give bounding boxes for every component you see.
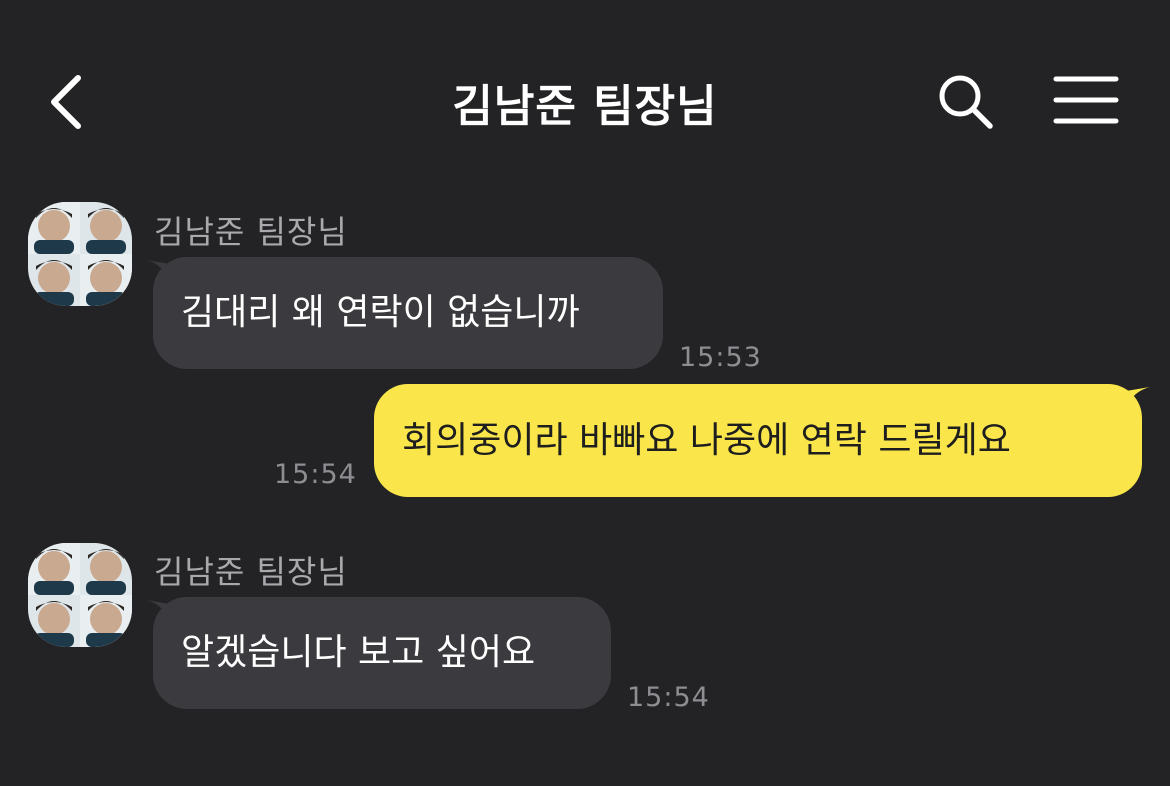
chat-header: 김남준 팀장님 [0,0,1170,190]
hamburger-menu-icon [1053,76,1119,124]
message-time: 15:53 [679,342,762,373]
search-icon [939,75,993,129]
message-time: 15:54 [274,459,357,490]
menu-button[interactable] [1052,74,1120,126]
search-button[interactable] [936,72,996,132]
message-bubble-outgoing[interactable]: 회의중이라 바빠요 나중에 연락 드릴게요 [374,384,1142,497]
message-text: 알겠습니다 보고 싶어요 [181,632,536,673]
sender-name: 김남준 팀장님 [154,213,348,251]
profile-photo [28,202,132,306]
message-bubble-incoming[interactable]: 알겠습니다 보고 싶어요 [153,597,611,709]
message-bubble-incoming[interactable]: 김대리 왜 연락이 없습니까 [153,257,663,369]
chat-screen: 김남준 팀장님 김남준 팀장님 김대리 왜 연락이 없습니까 15:53 15:… [0,0,1170,786]
sender-name: 김남준 팀장님 [154,553,348,591]
message-text: 회의중이라 바빠요 나중에 연락 드릴게요 [402,419,1011,461]
profile-photo [28,543,132,647]
message-text: 김대리 왜 연락이 없습니까 [181,292,580,333]
avatar[interactable] [28,202,132,306]
message-time: 15:54 [627,682,710,713]
avatar[interactable] [28,543,132,647]
